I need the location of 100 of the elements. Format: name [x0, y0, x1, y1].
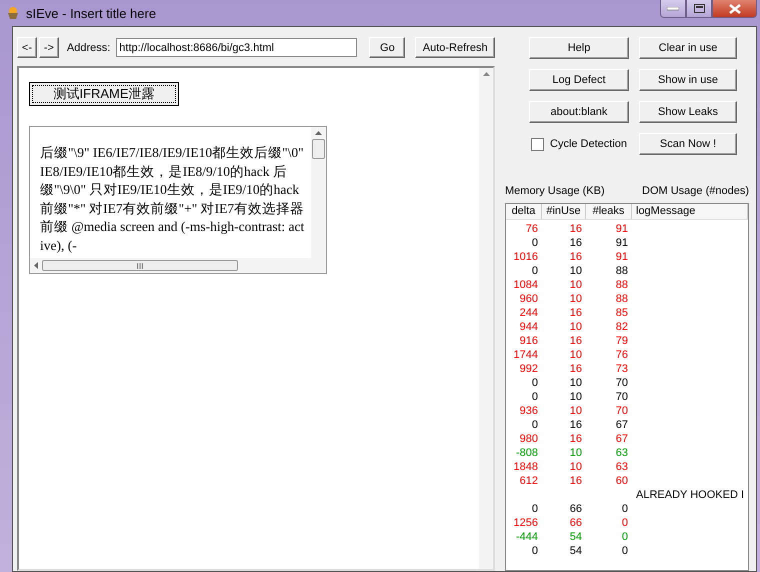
table-cell-text: 980: [518, 432, 539, 446]
minimize-button[interactable]: [660, 0, 686, 18]
action-button[interactable]: Log Defect: [529, 69, 629, 91]
table-cell-text: 16: [568, 432, 583, 446]
table-cell-text: 16: [568, 236, 583, 250]
table-cell-text: 0: [530, 390, 539, 404]
forward-button[interactable]: ->: [38, 37, 59, 58]
table-cell-text: 54: [568, 530, 583, 544]
table-cell-text: 76: [524, 222, 539, 236]
close-button[interactable]: [712, 0, 757, 18]
table-cell-text: 0: [620, 530, 629, 544]
checkbox-label: Cycle Detection: [550, 138, 628, 150]
table-cell-text: 60: [614, 474, 629, 488]
address-field[interactable]: http://localhost:8686/bi/gc3.html: [116, 38, 358, 57]
table-cell-text: 0: [620, 544, 629, 558]
minimize-icon: [667, 6, 679, 10]
table-cell-text: 63: [614, 460, 629, 474]
table-cell-text: 88: [614, 278, 629, 292]
table-cell-text: 91: [614, 236, 629, 250]
action-button[interactable]: Show in use: [639, 69, 737, 91]
table-cell-text: 85: [614, 306, 629, 320]
scroll-thumb[interactable]: [312, 139, 325, 159]
table-cell-text: 0: [530, 544, 539, 558]
table-cell-text: 82: [614, 320, 629, 334]
column-header[interactable]: delta: [506, 204, 542, 219]
action-button[interactable]: Help: [529, 37, 629, 59]
auto-refresh-button[interactable]: Auto-Refresh: [415, 37, 496, 58]
table-cell-text: 67: [614, 418, 629, 432]
column-header[interactable]: logMessage: [632, 204, 748, 219]
scroll-up-icon[interactable]: [315, 131, 322, 135]
table-cell-text: 66: [568, 516, 583, 530]
table-cell-text: ALREADY HOOKED I: [635, 488, 745, 502]
action-button[interactable]: Show Leaks: [639, 101, 737, 123]
table-cell-text: 76: [614, 348, 629, 362]
table-cell-text: 1848: [512, 460, 539, 474]
table-cell-text: 66: [568, 502, 583, 516]
action-button[interactable]: about:blank: [529, 101, 629, 123]
table-cell-text: 70: [614, 404, 629, 418]
go-button[interactable]: Go: [369, 37, 406, 58]
checkbox[interactable]: [531, 138, 544, 150]
table-cell-text: 88: [614, 264, 629, 278]
table-cell-text: 244: [518, 306, 539, 320]
scroll-up-icon[interactable]: [482, 72, 490, 76]
table-cell-text: 992: [518, 362, 539, 376]
window-title: sIEve - Insert title here: [26, 6, 156, 20]
table-cell-text: 10: [568, 264, 583, 278]
app-icon: [6, 6, 20, 20]
table-cell-text: 91: [614, 222, 629, 236]
table-cell-text: 1744: [512, 348, 539, 362]
table-cell-text: 916: [518, 334, 539, 348]
back-button[interactable]: <-: [17, 37, 37, 58]
table-cell-text: 0: [530, 418, 539, 432]
table-cell-text: 16: [568, 250, 583, 264]
table-cell-text: 1256: [512, 516, 539, 530]
table-cell-text: 0: [530, 236, 539, 250]
table-cell-text: 1084: [512, 278, 539, 292]
table-cell-text: 16: [568, 222, 583, 236]
maximize-icon: [694, 4, 704, 13]
dom-label: DOM Usage (#nodes): [642, 185, 749, 197]
test-button[interactable]: 测试IFRAME泄露: [29, 82, 179, 106]
address-label: Address:: [66, 42, 110, 54]
table-cell-text: 16: [568, 334, 583, 348]
scan-button[interactable]: Scan Now !: [639, 133, 737, 155]
table-cell-text: 16: [568, 418, 583, 432]
table-cell-text: 936: [518, 404, 539, 418]
table-cell-text: 67: [614, 432, 629, 446]
table-cell-text: 16: [568, 474, 583, 488]
column-header[interactable]: #inUse: [542, 204, 586, 219]
table-cell-text: 10: [568, 348, 583, 362]
scroll-thumb[interactable]: III: [42, 260, 238, 271]
table-cell-text: 16: [568, 362, 583, 376]
table-cell-text: 16: [568, 306, 583, 320]
scroll-left-icon[interactable]: [34, 262, 38, 269]
column-header[interactable]: #leaks: [586, 204, 632, 219]
table-cell-text: 10: [568, 460, 583, 474]
table-cell-text: 70: [614, 376, 629, 390]
table-cell-text: 91: [614, 250, 629, 264]
table-cell-text: -808: [514, 446, 539, 460]
table-cell-text: 1016: [512, 250, 539, 264]
table-cell-text: 10: [568, 404, 583, 418]
table-cell-text: 10: [568, 446, 583, 460]
table-cell-text: 612: [518, 474, 539, 488]
table-cell-text: 63: [614, 446, 629, 460]
table-cell-text: 79: [614, 334, 629, 348]
table-cell-text: 0: [530, 502, 539, 516]
table-cell-text: 70: [614, 390, 629, 404]
table-cell-text: 10: [568, 320, 583, 334]
table-cell-text: 0: [620, 516, 629, 530]
action-button[interactable]: Clear in use: [639, 37, 737, 59]
table-cell-text: 10: [568, 278, 583, 292]
frame-text: 后缀"\9" IE6/IE7/IE8/IE9/IE10都生效后缀"\0" IE8/IE9/IE10都生效，是IE8/9/10的hack 后缀"\9\0" 只对IE9/IE10生效，是IE9/10的hack 前缀"*" 对IE7有效前缀"+" 对IE7有效选择器前缀 @media screen and (-ms-high-contrast: active), (-: [39, 144, 306, 255]
table-cell-text: 944: [518, 320, 539, 334]
table-cell-text: 10: [568, 376, 583, 390]
table-cell-text: 73: [614, 362, 629, 376]
memory-label: Memory Usage (KB): [505, 185, 605, 197]
close-icon: [728, 4, 740, 14]
table-cell-text: 10: [568, 390, 583, 404]
table-cell-text: 0: [530, 264, 539, 278]
table-cell-text: 88: [614, 292, 629, 306]
maximize-button[interactable]: [686, 0, 712, 18]
